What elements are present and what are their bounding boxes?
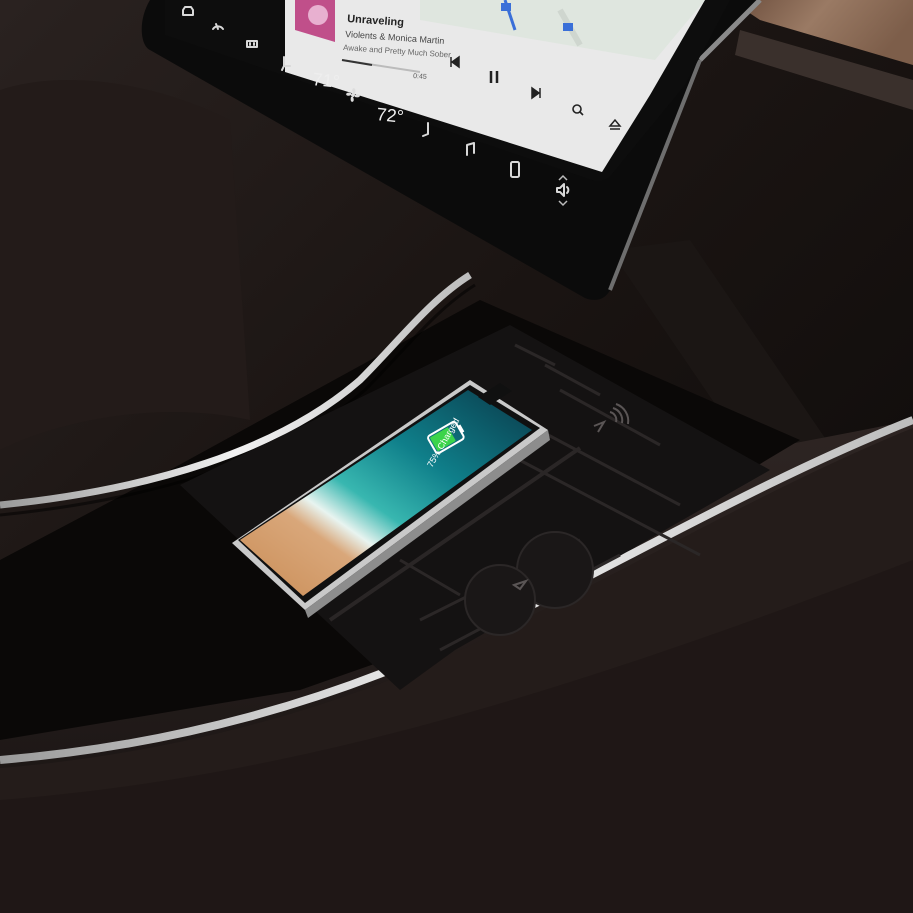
album-art-detail (308, 5, 328, 25)
map-marker-2 (563, 23, 573, 31)
driver-temperature[interactable]: 71° (312, 69, 341, 92)
passenger-temperature[interactable]: 72° (376, 104, 405, 127)
left-door-panel (0, 80, 250, 450)
elapsed-time: 0:45 (413, 73, 427, 81)
car-interior-scene: 75% Charged Unraveling Violents & Monica… (0, 0, 913, 913)
pad-dial-small (464, 564, 536, 636)
map-marker (501, 3, 511, 11)
